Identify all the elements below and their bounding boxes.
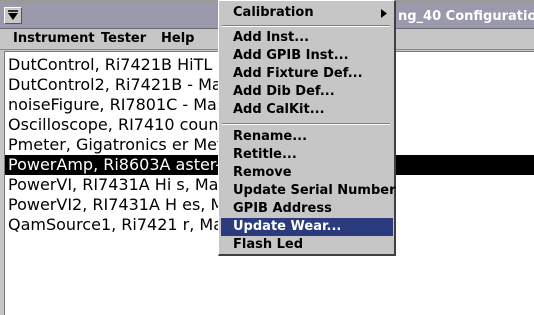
- menu-tester[interactable]: Tester: [101, 31, 146, 46]
- menu-item-calibration[interactable]: Calibration: [221, 4, 393, 22]
- menu-item-label: Calibration: [233, 5, 314, 20]
- menu-item-gpib-address[interactable]: GPIB Address: [221, 200, 393, 218]
- menu-item-retitle[interactable]: Retitle...: [221, 146, 393, 164]
- menu-item-rename[interactable]: Rename...: [221, 128, 393, 146]
- menu-separator: [222, 123, 390, 125]
- menu-item-add-calkit[interactable]: Add CalKit...: [221, 101, 393, 119]
- window-menu-button[interactable]: [4, 7, 22, 24]
- menu-item-add-fixture-def[interactable]: Add Fixture Def...: [221, 65, 393, 83]
- menu-item-add-gpib-inst[interactable]: Add GPIB Inst...: [221, 47, 393, 65]
- window-title: ng_40 Configuration,: [398, 9, 534, 24]
- context-menu: Calibration Add Inst... Add GPIB Inst...…: [218, 0, 396, 256]
- submenu-arrow-icon: [381, 9, 387, 18]
- menu-help[interactable]: Help: [161, 31, 194, 46]
- window-menu-icon: [8, 10, 18, 20]
- menu-item-remove[interactable]: Remove: [221, 164, 393, 182]
- menu-item-flash-led[interactable]: Flash Led: [221, 236, 393, 254]
- menu-separator: [222, 25, 390, 27]
- menu-instrument[interactable]: Instrument: [13, 31, 95, 46]
- menu-item-add-inst[interactable]: Add Inst...: [221, 29, 393, 47]
- menu-item-update-serial-number[interactable]: Update Serial Number: [221, 182, 396, 200]
- menu-item-add-dib-def[interactable]: Add Dib Def...: [221, 83, 393, 101]
- menu-item-update-wear[interactable]: Update Wear...: [221, 218, 393, 236]
